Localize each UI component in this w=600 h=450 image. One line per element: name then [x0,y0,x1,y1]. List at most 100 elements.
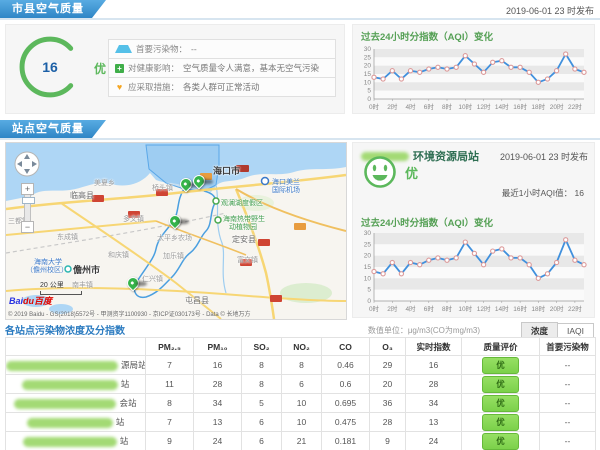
station-name-suffix: 会站 [119,398,136,408]
map-label: 动植物园 [229,222,257,232]
svg-text:10: 10 [364,79,372,86]
tab-county-air-quality[interactable]: 市县空气质量 [0,0,106,18]
svg-text:10: 10 [364,275,372,282]
county-summary-panel: 16 优 首要污染物： -- + 对健康影响： 空气质量令人满意，基本无空气污染… [5,24,345,114]
section-divider [0,138,600,140]
value-cell: 7 [146,356,194,375]
svg-text:14时: 14时 [495,304,509,313]
info-row-health-effect: + 对健康影响： 空气质量令人满意，基本无空气污染 [108,59,336,78]
value-cell: 21 [282,432,322,450]
map-zoom-control: + − [21,183,34,233]
value-cell: 6 [282,375,322,394]
redacted-name [23,437,117,447]
info-row-measures: ♥ 应采取措施： 各类人群可正常活动 [108,78,336,97]
aqi-gauge: 16 优 [14,31,110,107]
svg-text:6时: 6时 [424,304,435,313]
value-cell: 16 [194,356,242,375]
pollutant-table: PM₂.₅ PM₁₀ SO₂ NO₂ CO O₃ 实时指数 质量评价 首要污染物… [5,337,596,450]
table-header-row: PM₂.₅ PM₁₀ SO₂ NO₂ CO O₃ 实时指数 质量评价 首要污染物 [6,338,596,356]
svg-text:12时: 12时 [477,102,491,111]
quality-rating-badge: 优 [482,433,519,450]
recent-aqi: 最近1小时AQI值： 16 [502,187,584,199]
county-chart-panel: 过去24小时分指数（AQI）变化 0510152025300时2时4时6时8时1… [352,24,595,114]
svg-text:10时: 10时 [458,304,472,313]
svg-text:0: 0 [367,298,371,305]
table-row: 会站8345100.6953634优-- [6,394,596,413]
zoom-handle[interactable] [22,197,35,204]
svg-text:10时: 10时 [458,102,472,111]
col-so2: SO₂ [242,338,282,356]
table-row: 源局站716880.462916优-- [6,356,596,375]
value-cell: 6 [242,432,282,450]
info-value: 空气质量令人满意，基本无空气污染 [183,62,319,74]
svg-text:4时: 4时 [405,304,416,313]
table-section-title: 各站点污染物浓度及分指数 [5,322,125,337]
value-cell: 8 [282,356,322,375]
map-compass-control[interactable] [14,151,40,177]
value-cell: 28 [194,375,242,394]
zoom-out-button[interactable]: − [21,221,34,233]
svg-text:15: 15 [364,264,372,271]
svg-text:16时: 16时 [513,304,527,313]
value-cell: 7 [146,413,194,432]
map-label: 太平乡农场 [157,233,192,243]
svg-text:20: 20 [364,253,372,260]
primary-pollutant-cell: -- [540,356,596,375]
zoom-in-button[interactable]: + [21,183,34,195]
svg-text:25: 25 [364,241,372,248]
station-name-suffix: 源局站 [121,360,146,370]
value-cell: 29 [370,356,406,375]
pollutant-table-body: 源局站716880.462916优--站1128860.62028优--会站83… [6,356,596,450]
map-label: 观澜湖度假区 [221,198,263,208]
svg-text:22时: 22时 [568,102,582,111]
info-label: 首要污染物： [136,43,187,55]
station-name-cell: 会站 [6,394,146,413]
value-cell: 9 [146,432,194,450]
map-label: 和庆镇 [108,250,129,260]
col-co: CO [322,338,370,356]
air-quality-dashboard: 市县空气质量 2019-06-01 23 时发布 16 优 首要污染物： -- … [0,0,600,450]
value-cell: 28 [406,375,462,394]
baidu-map[interactable]: 海口市海口美兰国际机场观澜湖度假区海南热带野生动植物园临高县美夏乡桥头镇多文镇三… [5,142,347,320]
zoom-track[interactable] [24,195,31,221]
map-label: 儋州市 [73,263,100,276]
unit-note: 数值单位：μg/m3(CO为mg/m3) [368,325,480,336]
value-cell: 20 [370,375,406,394]
aqi-info-list: 首要污染物： -- + 对健康影响： 空气质量令人满意，基本无空气污染 ♥ 应采… [108,39,336,97]
col-pm25: PM₂.₅ [146,338,194,356]
value-cell: 6 [242,413,282,432]
map-copyright: © 2019 Baidu - GS(2018)5572号 - 甲测资字11009… [8,309,251,318]
info-row-primary-pollutant: 首要污染物： -- [108,39,336,59]
svg-text:8时: 8时 [442,304,453,313]
svg-text:30: 30 [364,46,372,53]
svg-text:5: 5 [367,88,371,95]
station-name-cell: 站 [6,432,146,450]
map-label: 海口市 [213,164,240,177]
info-label: 对健康影响： [128,62,179,74]
map-label: （儋州校区） [26,265,68,275]
health-cross-icon: + [115,64,124,73]
info-value: -- [191,44,197,54]
svg-text:22时: 22时 [568,304,582,313]
value-cell: 0.46 [322,356,370,375]
value-cell: 0.695 [322,394,370,413]
svg-text:8时: 8时 [442,102,453,111]
primary-pollutant-cell: -- [540,394,596,413]
value-cell: 34 [406,394,462,413]
map-label: 屯昌县 [185,295,209,306]
value-cell: 10 [282,413,322,432]
redacted-name [6,361,118,371]
svg-text:20时: 20时 [550,304,564,313]
tab-station-air-quality[interactable]: 站点空气质量 [0,120,106,138]
col-station [6,338,146,356]
value-cell: 11 [146,375,194,394]
aqi-value: 16 [14,59,86,75]
table-row: 站1128860.62028优-- [6,375,596,394]
value-cell: 10 [282,394,322,413]
col-realtime-index: 实时指数 [406,338,462,356]
svg-text:12时: 12时 [477,304,491,313]
station-name-cell: 源局站 [6,356,146,375]
map-label: 多文镇 [123,214,144,224]
value-cell: 8 [242,356,282,375]
quality-rating-badge: 优 [482,395,519,412]
